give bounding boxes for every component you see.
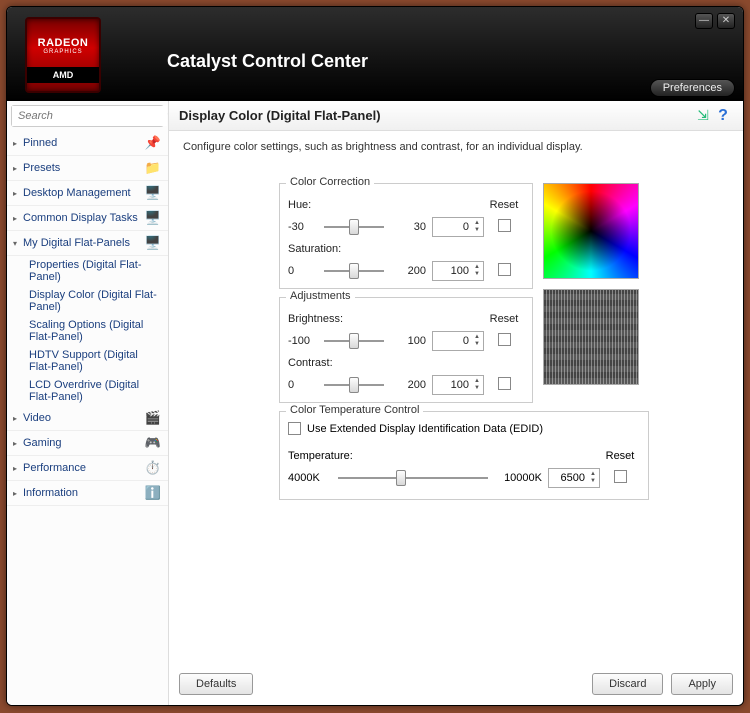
video-icon: 🎬	[144, 410, 162, 426]
sidebar-item-pinned[interactable]: ▸Pinned📌	[7, 131, 168, 156]
temperature-slider[interactable]	[338, 469, 488, 487]
contrast-slider[interactable]	[324, 376, 384, 394]
contrast-value-input[interactable]: 100▲▼	[432, 375, 484, 395]
app-title: Catalyst Control Center	[167, 51, 368, 72]
edid-checkbox[interactable]	[288, 422, 301, 435]
gaming-icon: 🎮	[144, 435, 162, 451]
adjustments-group: Adjustments Brightness:Reset -100 100 0▲…	[279, 297, 533, 403]
apply-button[interactable]: Apply	[671, 673, 733, 695]
page-description: Configure color settings, such as bright…	[179, 131, 733, 183]
sidebar-item-gaming[interactable]: ▸Gaming🎮	[7, 431, 168, 456]
amd-radeon-logo: RADEON GRAPHICS AMD	[25, 17, 101, 93]
help-button[interactable]: ?	[713, 107, 733, 125]
saturation-value-input[interactable]: 100▲▼	[432, 261, 484, 281]
color-correction-group: Color Correction Hue:Reset -30 30 0▲▼ Sa…	[279, 183, 533, 289]
titlebar: RADEON GRAPHICS AMD Catalyst Control Cen…	[7, 7, 743, 101]
sidebar-subitem-scaling[interactable]: Scaling Options (Digital Flat-Panel)	[7, 316, 168, 346]
pin-icon: 📌	[144, 135, 162, 151]
search-box[interactable]: 🔍 ▾	[11, 105, 164, 127]
desktop-icon: 🖥️	[144, 185, 162, 201]
contrast-preview	[543, 289, 639, 385]
sidebar-subitem-display-color[interactable]: Display Color (Digital Flat-Panel)	[7, 286, 168, 316]
sidebar-subitem-lcd-overdrive[interactable]: LCD Overdrive (Digital Flat-Panel)	[7, 376, 168, 406]
sidebar-subitem-hdtv[interactable]: HDTV Support (Digital Flat-Panel)	[7, 346, 168, 376]
sidebar-item-information[interactable]: ▸Informationℹ️	[7, 481, 168, 506]
contrast-reset-checkbox[interactable]	[498, 377, 511, 390]
edid-label: Use Extended Display Identification Data…	[307, 423, 543, 435]
monitor-icon: 🖥️	[144, 235, 162, 251]
sidebar-item-digital-flat-panels[interactable]: ▾My Digital Flat-Panels🖥️	[7, 231, 168, 256]
sidebar-item-performance[interactable]: ▸Performance⏱️	[7, 456, 168, 481]
sidebar-item-desktop-management[interactable]: ▸Desktop Management🖥️	[7, 181, 168, 206]
color-preview	[543, 183, 639, 279]
sidebar-item-common-display-tasks[interactable]: ▸Common Display Tasks🖥️	[7, 206, 168, 231]
saturation-reset-checkbox[interactable]	[498, 263, 511, 276]
search-input[interactable]	[12, 106, 167, 126]
minimize-button[interactable]: —	[695, 13, 713, 29]
sidebar-subitem-properties[interactable]: Properties (Digital Flat-Panel)	[7, 256, 168, 286]
color-temperature-group: Color Temperature Control Use Extended D…	[279, 411, 649, 500]
temperature-value-input[interactable]: 6500▲▼	[548, 468, 600, 488]
hue-reset-checkbox[interactable]	[498, 219, 511, 232]
temperature-reset-checkbox[interactable]	[614, 470, 627, 483]
content-pane: Display Color (Digital Flat-Panel) ⇲ ? C…	[169, 101, 743, 705]
preferences-button[interactable]: Preferences	[650, 79, 735, 97]
sidebar-item-presets[interactable]: ▸Presets📁	[7, 156, 168, 181]
brightness-value-input[interactable]: 0▲▼	[432, 331, 484, 351]
close-button[interactable]: ✕	[717, 13, 735, 29]
defaults-button[interactable]: Defaults	[179, 673, 253, 695]
gauge-icon: ⏱️	[144, 460, 162, 476]
hue-value-input[interactable]: 0▲▼	[432, 217, 484, 237]
hue-slider[interactable]	[324, 218, 384, 236]
brightness-slider[interactable]	[324, 332, 384, 350]
info-icon: ℹ️	[144, 485, 162, 501]
display-icon: 🖥️	[144, 210, 162, 226]
sidebar-item-video[interactable]: ▸Video🎬	[7, 406, 168, 431]
brightness-reset-checkbox[interactable]	[498, 333, 511, 346]
page-title: Display Color (Digital Flat-Panel)	[179, 108, 693, 123]
saturation-slider[interactable]	[324, 262, 384, 280]
app-window: RADEON GRAPHICS AMD Catalyst Control Cen…	[6, 6, 744, 706]
presets-icon: 📁	[144, 160, 162, 176]
pin-page-icon[interactable]: ⇲	[693, 107, 713, 124]
sidebar: 🔍 ▾ ▸Pinned📌 ▸Presets📁 ▸Desktop Manageme…	[7, 101, 169, 705]
discard-button[interactable]: Discard	[592, 673, 663, 695]
